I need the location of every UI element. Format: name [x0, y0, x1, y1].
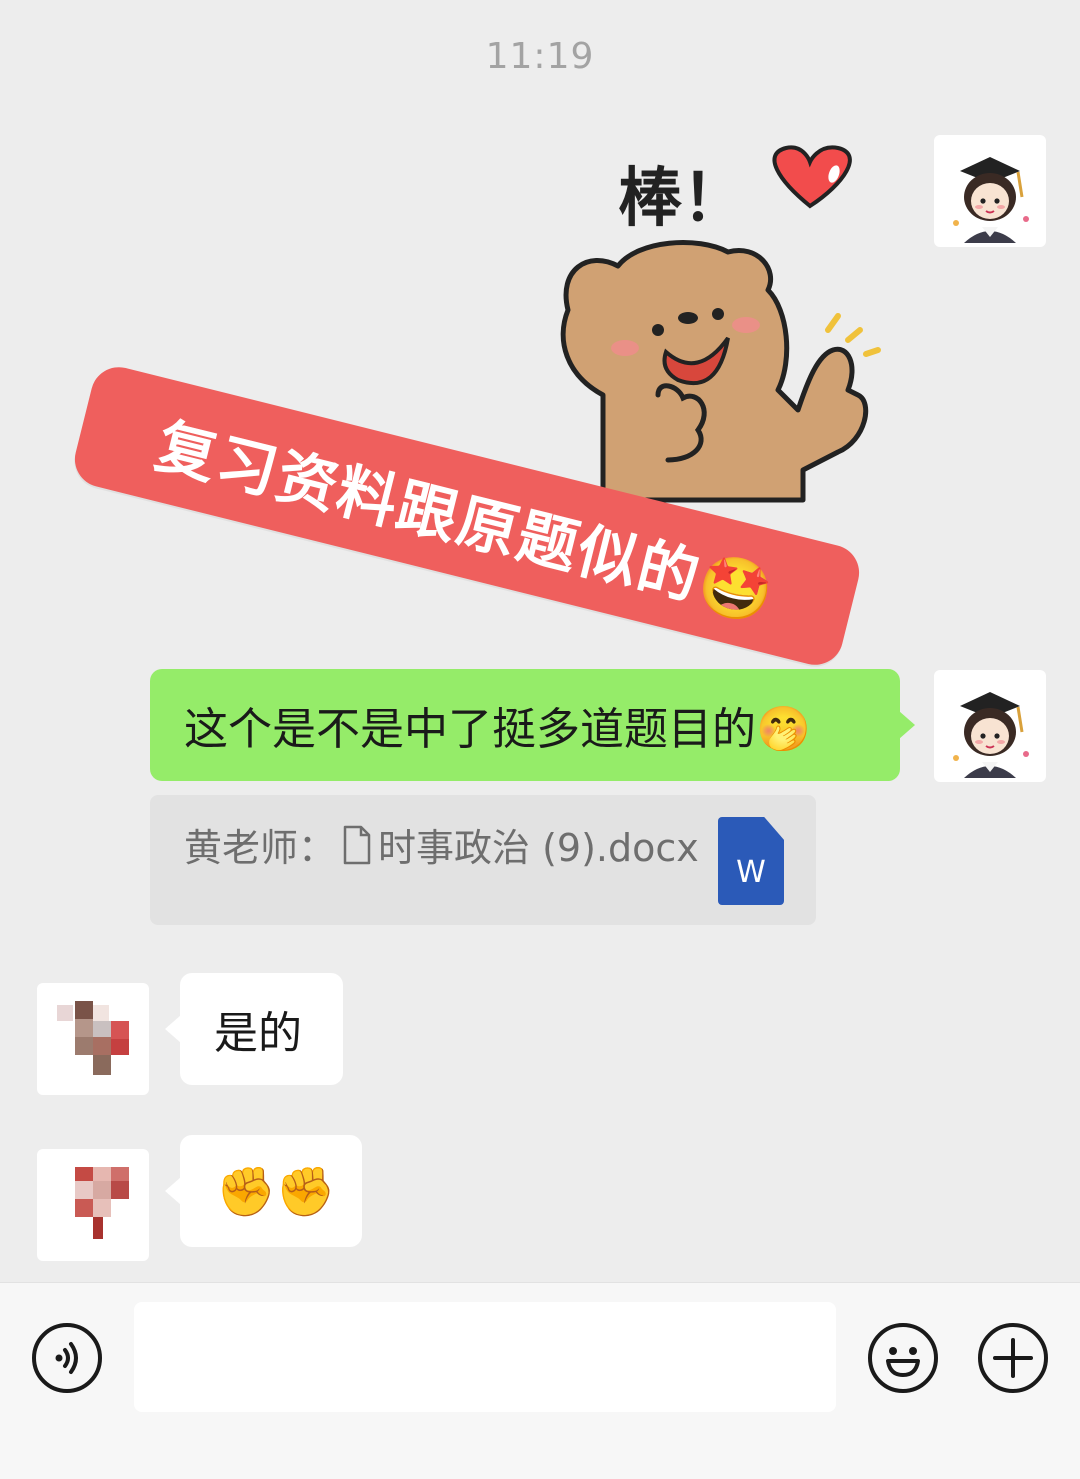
thumbs-up-bear-icon: 棒！: [560, 145, 881, 503]
voice-icon: [55, 1342, 78, 1374]
quote-file-name: 时事政治 (9).docx: [378, 826, 699, 870]
quote-sender: 黄老师：: [184, 826, 337, 870]
sticker-caption: 棒！: [618, 162, 746, 236]
emoji-icon: [886, 1347, 920, 1377]
contact-avatar[interactable]: [37, 1149, 149, 1261]
graduate-avatar-icon: [953, 157, 1029, 243]
contact-avatar[interactable]: [37, 983, 149, 1095]
timestamp: 11:19: [485, 36, 595, 77]
message-text: 这个是不是中了挺多道题目的🤭: [184, 704, 811, 755]
sent-message-bubble[interactable]: 这个是不是中了挺多道题目的🤭: [150, 669, 900, 781]
plus-button[interactable]: [978, 1323, 1048, 1393]
voice-button[interactable]: [32, 1323, 102, 1393]
received-message-bubble[interactable]: 是的: [180, 973, 343, 1085]
document-icon: [343, 825, 371, 864]
emoji-button[interactable]: [868, 1323, 938, 1393]
pixelated-avatar-icon: [57, 1001, 129, 1075]
bubble-tail: [165, 1177, 181, 1205]
self-avatar[interactable]: [934, 670, 1046, 782]
pixelated-avatar-icon: [75, 1167, 129, 1239]
self-avatar[interactable]: [934, 135, 1046, 247]
bear-sticker[interactable]: 棒！: [548, 140, 898, 505]
word-icon-letter: W: [736, 855, 766, 890]
message-text: ✊✊: [216, 1163, 336, 1220]
received-message-bubble[interactable]: ✊✊: [180, 1135, 362, 1247]
word-file-icon: W: [718, 817, 784, 905]
message-input[interactable]: [134, 1302, 836, 1412]
bubble-tail: [165, 1015, 181, 1043]
plus-icon: [993, 1338, 1033, 1378]
quoted-file-message[interactable]: 黄老师： 时事政治 (9).docx W: [150, 795, 816, 925]
message-text: 是的: [214, 1008, 302, 1059]
graduate-avatar-icon: [953, 692, 1029, 778]
bubble-tail: [899, 711, 915, 739]
